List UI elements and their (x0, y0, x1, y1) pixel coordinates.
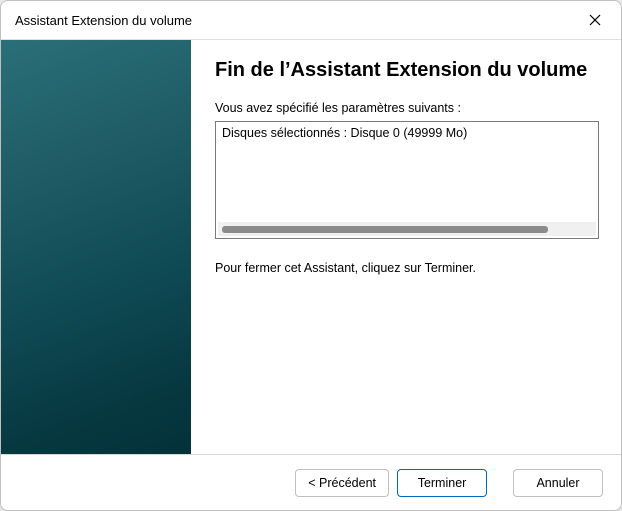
titlebar: Assistant Extension du volume (1, 1, 621, 39)
wizard-content: Fin de l’Assistant Extension du volume V… (191, 40, 621, 454)
wizard-body: Fin de l’Assistant Extension du volume V… (1, 39, 621, 454)
params-line: Disques sélectionnés : Disque 0 (49999 M… (222, 126, 592, 140)
params-listbox: Disques sélectionnés : Disque 0 (49999 M… (215, 121, 599, 239)
params-intro: Vous avez spécifié les paramètres suivan… (215, 101, 599, 115)
close-icon (589, 14, 601, 26)
window-title: Assistant Extension du volume (15, 13, 192, 28)
close-button[interactable] (573, 5, 617, 35)
close-instruction: Pour fermer cet Assistant, cliquez sur T… (215, 261, 599, 275)
wizard-footer: < Précédent Terminer Annuler (1, 454, 621, 510)
page-title: Fin de l’Assistant Extension du volume (215, 58, 599, 83)
cancel-button[interactable]: Annuler (513, 469, 603, 497)
wizard-window: Assistant Extension du volume Fin de l’A… (0, 0, 622, 511)
scrollbar-thumb[interactable] (222, 226, 548, 233)
horizontal-scrollbar[interactable] (218, 222, 596, 236)
back-button[interactable]: < Précédent (295, 469, 389, 497)
wizard-sidebar-graphic (1, 40, 191, 454)
finish-button[interactable]: Terminer (397, 469, 487, 497)
